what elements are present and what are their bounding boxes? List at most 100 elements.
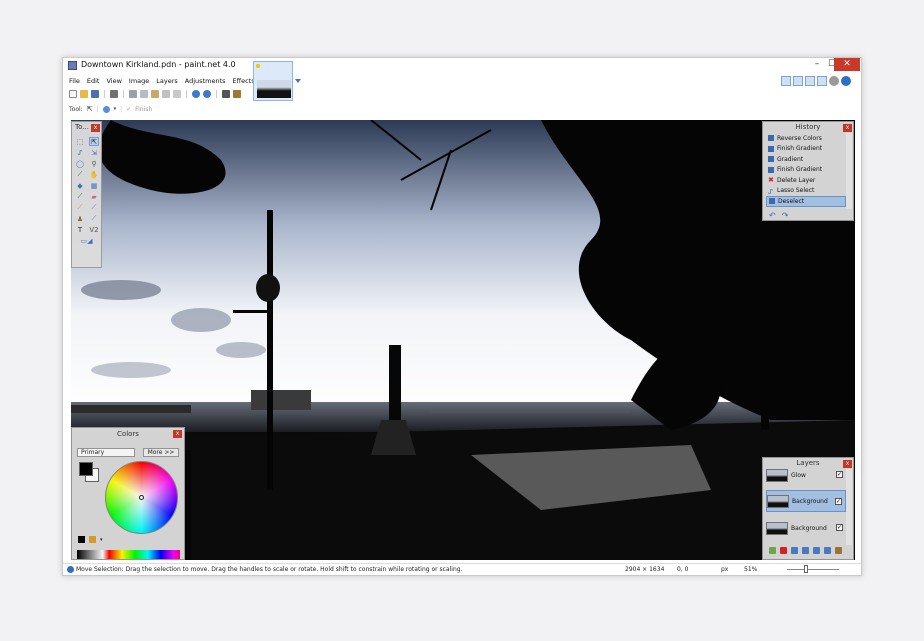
menu-layers[interactable]: Layers bbox=[156, 77, 178, 87]
palette-menu-icon[interactable] bbox=[89, 536, 96, 543]
history-item[interactable]: Reverse Colors bbox=[766, 133, 846, 144]
color-picker-tool-icon[interactable]: ⟋ bbox=[89, 203, 99, 212]
history-item-label: Deselect bbox=[778, 197, 805, 205]
layer-thumbnail bbox=[766, 521, 788, 535]
cut-icon[interactable] bbox=[129, 90, 137, 98]
ruler-icon[interactable] bbox=[233, 90, 241, 98]
layer-row[interactable]: Background ✓ bbox=[766, 517, 846, 539]
layer-visibility-checkbox[interactable]: ✓ bbox=[836, 524, 843, 531]
gradient-tool-icon[interactable]: ▦ bbox=[89, 181, 99, 190]
merge-layer-icon[interactable] bbox=[802, 547, 809, 554]
history-panel-close-button[interactable]: x bbox=[843, 124, 852, 132]
clone-stamp-tool-icon[interactable]: ♟ bbox=[75, 214, 85, 223]
paint-bucket-tool-icon[interactable]: ◆ bbox=[75, 181, 85, 190]
layer-thumbnail bbox=[766, 468, 788, 482]
lasso-select-tool-icon[interactable]: ᔑ bbox=[75, 148, 85, 157]
primary-color-swatch[interactable] bbox=[79, 462, 93, 476]
new-icon[interactable] bbox=[69, 90, 77, 98]
zoom-slider[interactable] bbox=[787, 569, 839, 570]
paintbrush-tool-icon[interactable]: ⟋ bbox=[75, 192, 85, 201]
color-palette-strip[interactable] bbox=[77, 550, 180, 559]
toolbar-separator bbox=[123, 90, 124, 98]
delete-layer-icon[interactable] bbox=[780, 547, 787, 554]
help-icon[interactable] bbox=[841, 76, 851, 86]
menu-file[interactable]: File bbox=[69, 77, 80, 87]
chevron-down-icon[interactable]: ▾ bbox=[114, 106, 117, 112]
finish-button[interactable]: Finish bbox=[135, 106, 152, 113]
print-icon[interactable] bbox=[110, 90, 118, 98]
move-layer-up-icon[interactable] bbox=[813, 547, 820, 554]
history-window-icon[interactable] bbox=[793, 76, 803, 86]
recolor-tool-icon[interactable]: ⟋ bbox=[89, 214, 99, 223]
settings-gear-icon[interactable] bbox=[829, 76, 839, 86]
color-mode-select[interactable]: Primary bbox=[77, 448, 135, 457]
move-layer-down-icon[interactable] bbox=[824, 547, 831, 554]
chevron-down-icon[interactable]: ▾ bbox=[100, 537, 103, 543]
checkmark-icon: ✓ bbox=[126, 105, 132, 113]
history-item-label: Lasso Select bbox=[777, 187, 815, 195]
layer-visibility-checkbox[interactable]: ✓ bbox=[835, 498, 842, 505]
shapes-tool-icon[interactable]: ▭◢ bbox=[75, 236, 98, 245]
antialias-icon[interactable] bbox=[102, 105, 110, 113]
layer-row-selected[interactable]: Background ✓ bbox=[766, 490, 846, 512]
move-selected-tool-icon[interactable]: ⇲ bbox=[89, 148, 99, 157]
zoom-slider-thumb[interactable] bbox=[804, 565, 808, 573]
history-item[interactable]: ᔑ Lasso Select bbox=[766, 186, 846, 197]
history-undo-icon[interactable]: ↶ bbox=[769, 211, 776, 220]
current-tool-icon[interactable]: ⇱ bbox=[87, 105, 93, 113]
unit-selector[interactable]: px bbox=[721, 566, 728, 573]
rectangle-select-tool-icon[interactable]: ⬚ bbox=[75, 137, 85, 146]
add-layer-icon[interactable] bbox=[769, 547, 776, 554]
layer-row[interactable]: Glow ✓ bbox=[766, 467, 846, 483]
zoom-level[interactable]: 51% bbox=[744, 566, 757, 573]
save-icon[interactable] bbox=[91, 90, 99, 98]
pan-tool-icon[interactable]: ✋ bbox=[89, 170, 99, 179]
menu-edit[interactable]: Edit bbox=[87, 77, 100, 87]
image-size: 2904 × 1634 bbox=[625, 566, 665, 573]
default-colors-icon[interactable] bbox=[78, 536, 85, 543]
duplicate-layer-icon[interactable] bbox=[791, 547, 798, 554]
layer-visibility-checkbox[interactable]: ✓ bbox=[836, 471, 843, 478]
menu-view[interactable]: View bbox=[106, 77, 121, 87]
ellipse-select-tool-icon[interactable]: ◯ bbox=[75, 159, 85, 168]
lasso-icon: ᔑ bbox=[768, 187, 773, 196]
move-selection-tool-icon[interactable]: ⇱ bbox=[89, 137, 99, 146]
text-tool-icon[interactable]: T bbox=[75, 225, 85, 234]
document-thumbnail-tab[interactable] bbox=[253, 61, 293, 101]
more-colors-button[interactable]: More >> bbox=[143, 448, 179, 457]
colors-window-icon[interactable] bbox=[817, 76, 827, 86]
pencil-tool-icon[interactable]: ⟋ bbox=[75, 203, 85, 212]
open-icon[interactable] bbox=[80, 90, 88, 98]
history-redo-icon[interactable]: ↷ bbox=[782, 211, 789, 220]
redo-icon[interactable] bbox=[203, 90, 211, 98]
close-button[interactable]: ✕ bbox=[834, 58, 860, 71]
menu-effects[interactable]: Effects bbox=[233, 77, 255, 87]
crop-icon[interactable] bbox=[162, 90, 170, 98]
layer-properties-icon[interactable] bbox=[835, 547, 842, 554]
layers-window-icon[interactable] bbox=[805, 76, 815, 86]
menu-image[interactable]: Image bbox=[129, 77, 149, 87]
history-scrollbar[interactable] bbox=[846, 133, 852, 209]
magic-wand-tool-icon[interactable]: ⟋ bbox=[75, 170, 85, 179]
eraser-tool-icon[interactable]: ▰ bbox=[89, 192, 99, 201]
history-item-selected[interactable]: Deselect bbox=[766, 196, 846, 207]
line-curve-tool-icon[interactable]: V2 bbox=[89, 225, 99, 234]
zoom-tool-icon[interactable]: ⚲ bbox=[89, 159, 99, 168]
paste-icon[interactable] bbox=[151, 90, 159, 98]
menu-adjustments[interactable]: Adjustments bbox=[185, 77, 226, 87]
history-list: Reverse Colors Finish Gradient Gradient … bbox=[766, 133, 846, 207]
colors-panel-close-button[interactable]: x bbox=[173, 430, 182, 438]
tools-window-icon[interactable] bbox=[781, 76, 791, 86]
grid-icon[interactable] bbox=[222, 90, 230, 98]
history-item[interactable]: ✖ Delete Layer bbox=[766, 175, 846, 186]
undo-icon[interactable] bbox=[192, 90, 200, 98]
layers-scrollbar[interactable] bbox=[846, 469, 852, 545]
image-canvas[interactable] bbox=[71, 120, 855, 560]
tools-panel-close-button[interactable]: x bbox=[91, 124, 100, 132]
deselect-icon[interactable] bbox=[173, 90, 181, 98]
image-list-dropdown-icon[interactable] bbox=[295, 79, 301, 83]
history-item[interactable]: Finish Gradient bbox=[766, 144, 846, 155]
copy-icon[interactable] bbox=[140, 90, 148, 98]
history-item[interactable]: Gradient bbox=[766, 154, 846, 165]
history-item[interactable]: Finish Gradient bbox=[766, 165, 846, 176]
